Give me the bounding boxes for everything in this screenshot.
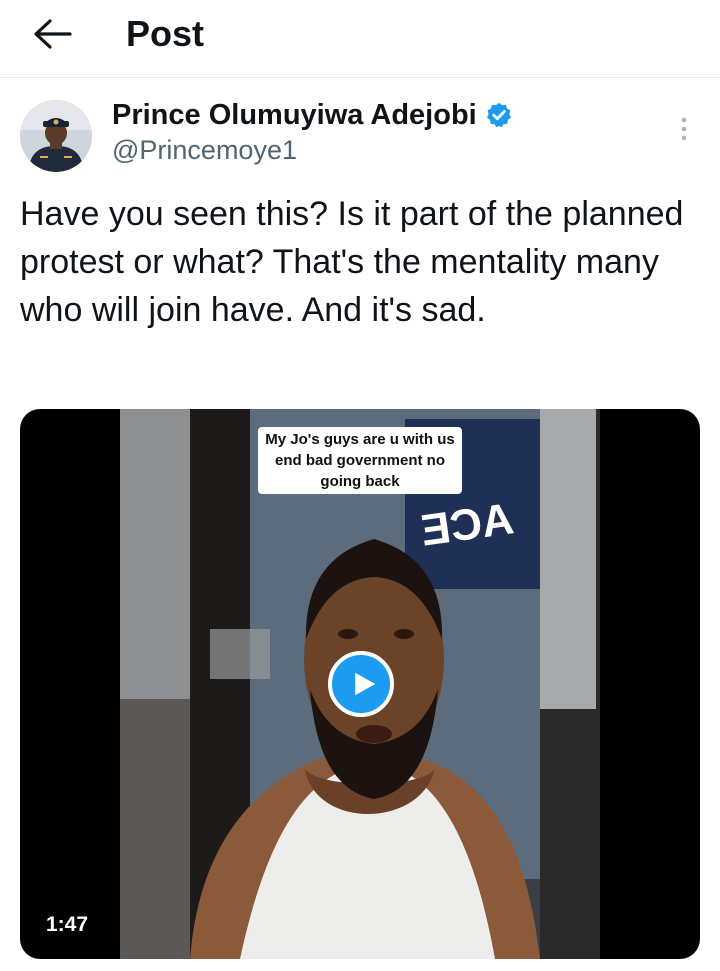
verified-badge-icon (485, 101, 513, 129)
video-caption: My Jo's guys are u with us end bad gover… (258, 427, 462, 494)
more-vertical-icon (681, 117, 687, 141)
author-name-row: Prince Olumuyiwa Adejobi (112, 95, 513, 135)
play-button[interactable] (328, 651, 394, 717)
author-display-name[interactable]: Prince Olumuyiwa Adejobi (112, 97, 477, 133)
video-player[interactable]: ƎƆA My Jo's guys are u with us end bad g… (20, 409, 700, 959)
author-handle[interactable]: @Princemoye1 (112, 132, 297, 168)
top-bar: Post (0, 0, 720, 78)
play-icon (354, 672, 375, 696)
back-button[interactable] (30, 16, 74, 52)
arrow-left-icon (34, 19, 72, 49)
tweet-text: Have you seen this? Is it part of the pl… (20, 195, 684, 329)
video-duration-badge: 1:47 (34, 908, 101, 942)
page-title: Post (126, 13, 205, 54)
avatar[interactable] (20, 100, 92, 172)
more-options-button[interactable] (676, 114, 692, 144)
profile-photo (20, 100, 92, 172)
